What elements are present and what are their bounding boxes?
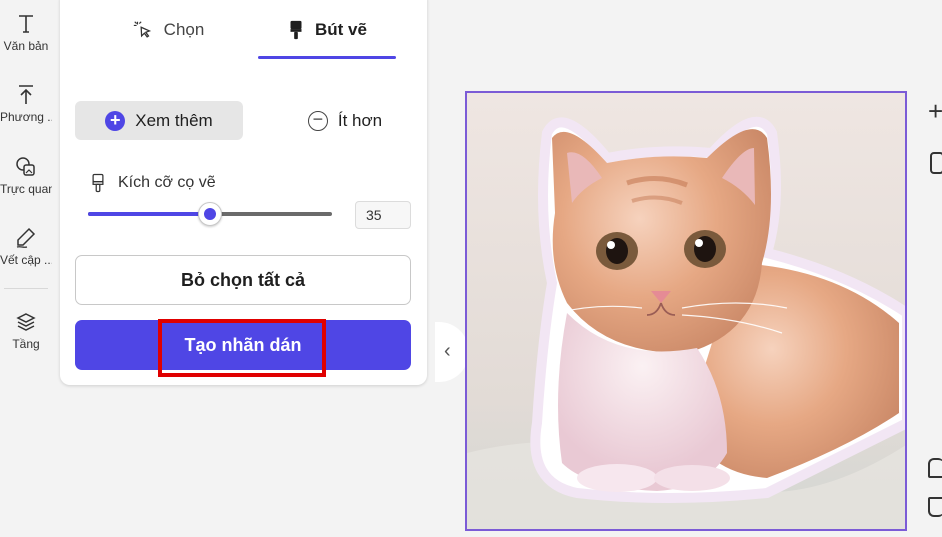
sidebar-item-draw[interactable]: Vết cập ...	[0, 226, 52, 267]
brush-size-label: Kích cỡ cọ vẽ	[118, 174, 216, 191]
sidebar-item-label: Phương ...	[0, 110, 52, 124]
highlight-annotation	[158, 319, 326, 377]
see-less-label: Ít hơn	[337, 110, 383, 130]
minus-circle-icon: −	[307, 110, 328, 131]
tab-label: Chọn	[163, 20, 205, 39]
add-icon[interactable]: +	[928, 98, 942, 124]
layers-icon	[16, 313, 36, 331]
sidebar-item-label: Văn bản	[3, 39, 49, 53]
thumbs-down-icon[interactable]	[928, 497, 942, 517]
tab-label: Bút vẽ	[315, 20, 367, 39]
rail-divider	[4, 288, 48, 289]
thumbs-up-icon[interactable]	[928, 458, 942, 478]
canvas-image[interactable]	[465, 91, 907, 531]
chevron-left-icon: ‹	[444, 340, 451, 362]
sidebar-item-upload[interactable]: Phương ...	[0, 83, 52, 124]
slider-fill	[88, 212, 210, 216]
plus-circle-icon: +	[105, 110, 126, 131]
sidebar-item-label: Tầng	[12, 337, 40, 351]
sidebar-item-label: Vết cập ...	[0, 253, 52, 267]
tab-select[interactable]: Chọn	[108, 10, 228, 50]
brush-icon	[92, 173, 104, 193]
cursor-select-icon	[133, 21, 151, 38]
left-rail: Văn bản Phương ... Trực quan Vết cập ...…	[0, 0, 52, 537]
brush-icon	[290, 20, 302, 40]
see-less-button[interactable]: − Ít hơn	[285, 101, 405, 140]
active-tab-indicator	[258, 56, 396, 59]
tab-brush[interactable]: Bút vẽ	[258, 10, 396, 50]
copy-icon[interactable]	[930, 152, 942, 174]
see-more-label: Xem thêm	[135, 110, 213, 130]
sidebar-item-label: Trực quan	[0, 182, 52, 196]
brush-size-row: Kích cỡ cọ vẽ	[90, 172, 216, 194]
shapes-icon	[16, 157, 35, 176]
brush-size-input[interactable]: 35	[355, 201, 411, 229]
see-more-button[interactable]: + Xem thêm	[75, 101, 243, 140]
sidebar-item-text[interactable]: Văn bản	[0, 12, 52, 53]
text-icon	[19, 15, 33, 33]
slider-thumb[interactable]	[198, 202, 222, 226]
sidebar-item-layers[interactable]: Tầng	[0, 310, 52, 351]
kitten-sticker-image	[467, 93, 905, 529]
upload-icon	[19, 85, 33, 104]
pen-icon	[16, 227, 36, 248]
deselect-all-button[interactable]: Bỏ chọn tất cả	[75, 255, 411, 305]
sidebar-item-visual[interactable]: Trực quan	[0, 155, 52, 196]
